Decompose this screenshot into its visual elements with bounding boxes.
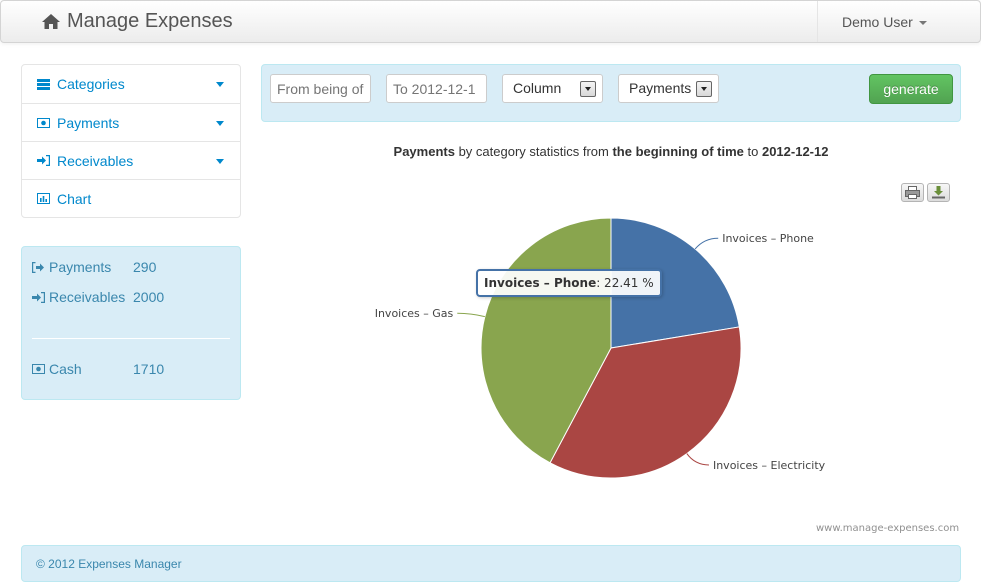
summary-label: Cash	[49, 361, 82, 377]
sidebar-item-chart[interactable]: Chart	[22, 179, 240, 217]
money-icon	[32, 362, 46, 376]
chart-title-part: the beginning of time	[612, 144, 744, 159]
chart-title-part: 2012-12-12	[761, 144, 829, 159]
tooltip-series-name: Invoices – Phone	[484, 276, 597, 290]
pie-slice-label: Invoices – Gas	[375, 307, 454, 320]
sign-out-icon	[32, 260, 46, 274]
sidebar-nav: Categories Payments Receivables Chart	[21, 64, 241, 218]
page-footer: © 2012 Expenses Manager	[21, 545, 961, 582]
pie-slice-label: Invoices – Electricity	[713, 459, 826, 472]
summary-payments-label: Payments	[32, 259, 111, 275]
sidebar-item-label: Chart	[57, 190, 92, 207]
caret-down-icon	[918, 20, 927, 25]
chart-title-part: Payments	[393, 144, 455, 159]
print-icon	[905, 186, 920, 199]
summary-cash-value: 1710	[133, 361, 165, 377]
user-menu[interactable]: Demo User	[817, 1, 981, 42]
chart-type-value: Column	[513, 80, 562, 96]
home-icon	[42, 14, 60, 29]
chevron-down-icon	[216, 121, 224, 126]
summary-label: Receivables	[49, 289, 126, 305]
sign-in-icon	[36, 154, 50, 168]
sign-in-icon	[32, 290, 46, 304]
footer-copyright: © 2012 Expenses Manager	[36, 556, 182, 571]
chevron-down-icon	[216, 159, 224, 164]
from-date-input[interactable]	[270, 74, 371, 103]
sidebar-item-receivables[interactable]: Receivables	[22, 141, 240, 179]
sidebar-item-label: Receivables	[57, 152, 134, 169]
generate-button[interactable]: generate	[869, 74, 953, 104]
summary-cash-label: Cash	[32, 361, 82, 377]
bar-chart-icon	[36, 192, 50, 206]
summary-label: Payments	[49, 259, 112, 275]
sidebar-item-payments[interactable]: Payments	[22, 103, 240, 141]
sidebar-item-label: Categories	[57, 76, 125, 92]
chart-credits[interactable]: www.manage-expenses.com	[816, 523, 959, 534]
top-navbar: Manage Expenses Demo User	[0, 0, 981, 43]
to-date-input[interactable]	[386, 74, 487, 103]
pie-chart: Invoices – Phone Invoices – Electricity In…	[375, 217, 826, 479]
chart-type-select[interactable]: Column	[502, 74, 603, 103]
chart-filter-toolbar: Column Payments generate	[261, 64, 961, 122]
chart-title: Payments by category statistics from the…	[261, 144, 961, 159]
chevron-down-icon	[216, 82, 224, 87]
user-name: Demo User	[842, 13, 913, 30]
sidebar-item-label: Payments	[57, 114, 120, 131]
balance-summary: Payments 290 Receivables 2000 Cash 1710	[21, 246, 241, 400]
data-type-select[interactable]: Payments	[618, 74, 719, 103]
dropdown-arrow-icon	[696, 81, 712, 97]
data-type-value: Payments	[629, 80, 692, 96]
pie-connector	[686, 453, 709, 466]
tooltip-series-value: : 22.41 %	[596, 276, 654, 290]
pie-slice-label: Invoices – Phone	[722, 232, 814, 245]
dropdown-arrow-icon	[580, 81, 596, 97]
summary-receivables-value: 2000	[133, 289, 165, 305]
sidebar-item-categories[interactable]: Categories	[22, 65, 240, 103]
pie-connector	[694, 237, 719, 250]
money-icon	[36, 116, 50, 130]
summary-divider	[32, 338, 230, 339]
summary-payments-value: 290	[133, 259, 157, 275]
pie-connector	[457, 312, 485, 318]
list-icon	[36, 77, 50, 91]
summary-receivables-label: Receivables	[32, 289, 125, 305]
chart-tooltip: Invoices – Phone: 22.41 %	[476, 269, 662, 297]
brand-link[interactable]: Manage Expenses	[41, 10, 233, 33]
chart-title-part: to	[743, 144, 762, 159]
app-title: Manage Expenses	[67, 10, 233, 32]
chart-title-part: by category statistics from	[454, 144, 613, 159]
download-icon	[932, 186, 945, 199]
